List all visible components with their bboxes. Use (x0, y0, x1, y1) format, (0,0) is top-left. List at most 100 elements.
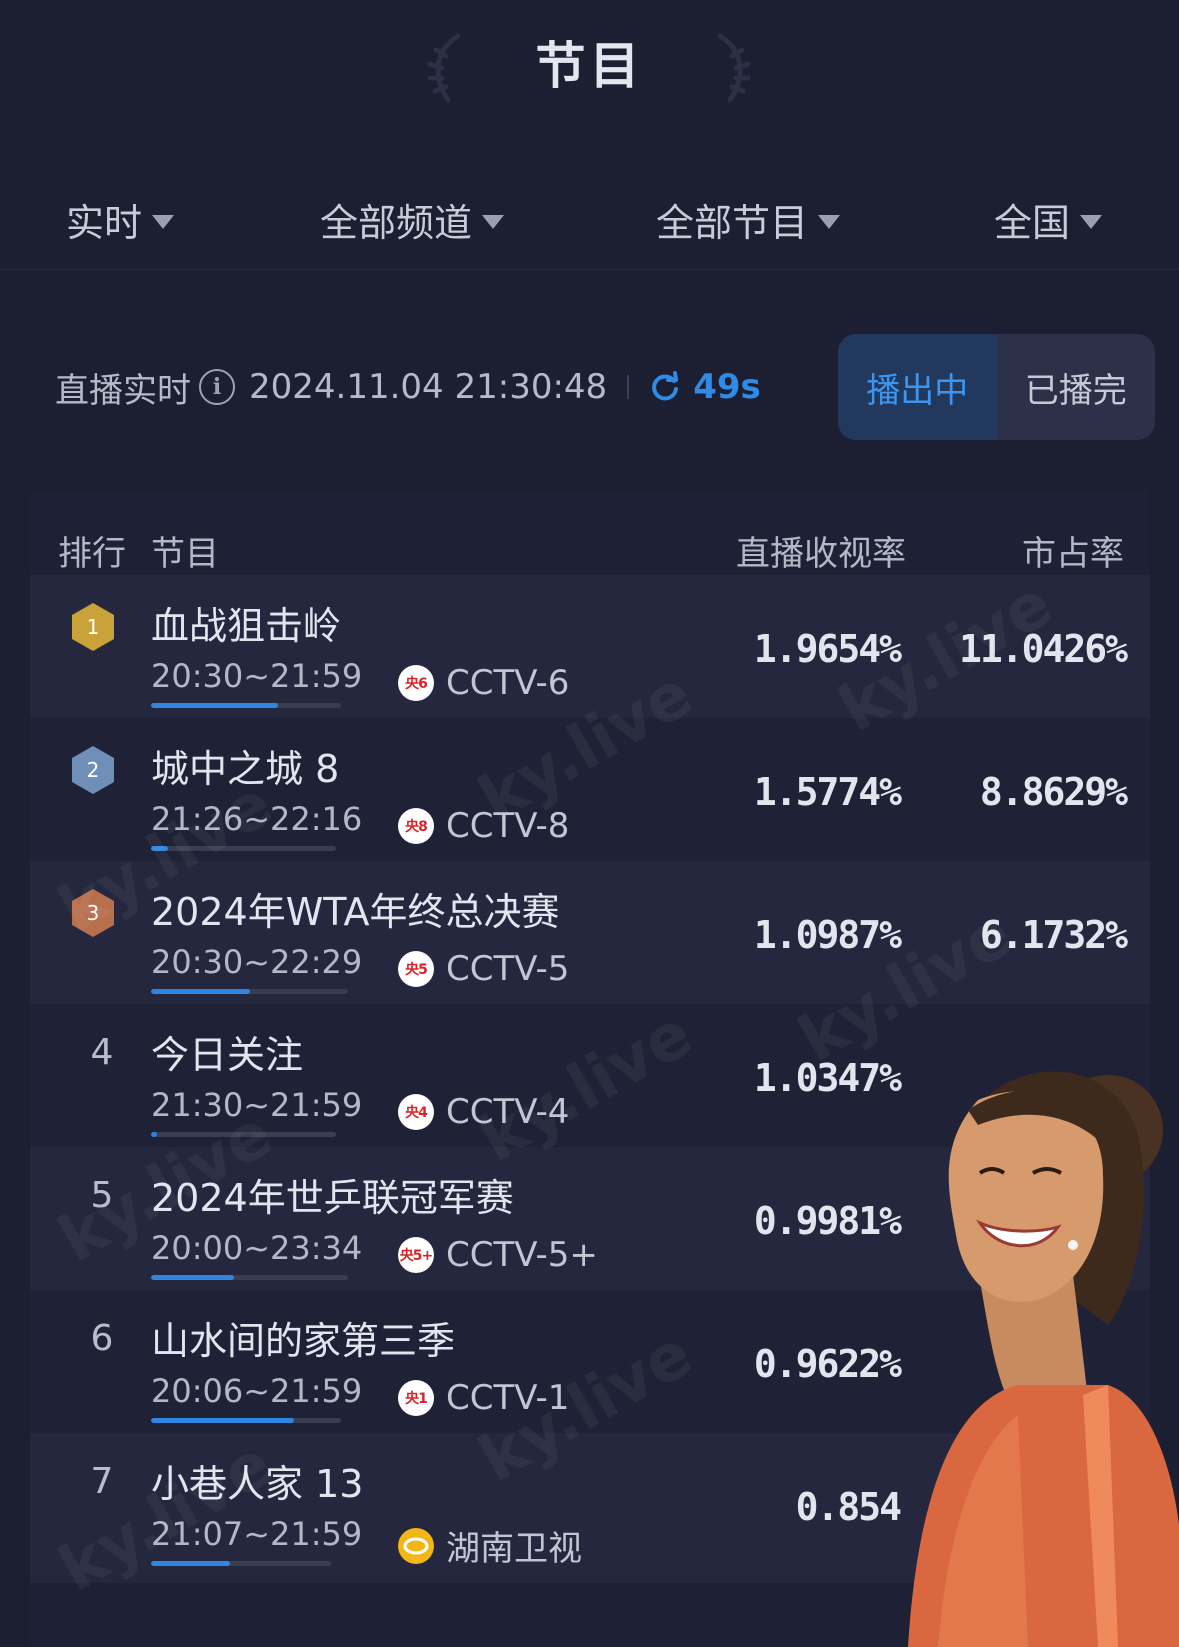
live-label: 直播实时 (55, 370, 191, 411)
header-rating[interactable]: 直播收视率 (736, 526, 906, 575)
laurel-right-icon (717, 33, 751, 103)
refresh-icon[interactable] (649, 371, 681, 403)
program-progress-bar (151, 1561, 331, 1566)
rating-value: 1.9654% (753, 627, 902, 671)
program-name[interactable]: 小巷人家 13 (151, 1453, 363, 1508)
caret-down-icon (482, 214, 505, 229)
live-datetime: 2024.11.04 21:30:48 (249, 367, 608, 407)
divider (627, 375, 630, 399)
filter-program-label: 全部节目 (656, 201, 809, 245)
svg-text:3: 3 (87, 901, 100, 925)
program-time: 21:07~21:59 (151, 1515, 363, 1553)
rank-medal-icon: 1 (72, 603, 114, 651)
program-progress-fill (151, 1132, 157, 1137)
page-header: 节目 (0, 0, 1179, 140)
channel-logo-icon: 央8 (398, 808, 434, 844)
share-value: 8.8629% (979, 770, 1128, 814)
program-name[interactable]: 山水间的家第三季 (151, 1310, 455, 1365)
broadcast-status-toggle: 播出中 已播完 (838, 334, 1155, 440)
channel-name: CCTV-1 (446, 1378, 570, 1418)
program-time: 20:30~22:29 (151, 943, 363, 981)
table-row[interactable]: 3 2024年WTA年终总决赛 20:30~22:29 央5 CCTV-5 1.0987%… (30, 861, 1150, 1011)
toggle-on-air[interactable]: 播出中 (838, 334, 997, 440)
toggle-finished[interactable]: 已播完 (997, 334, 1156, 440)
filter-channel-dropdown[interactable]: 全部频道 (320, 192, 505, 247)
caret-down-icon (818, 214, 841, 229)
filter-time-dropdown[interactable]: 实时 (66, 192, 175, 247)
channel-name: CCTV-5 (446, 949, 570, 989)
channel-name: CCTV-4 (446, 1092, 570, 1132)
channel: 央6 CCTV-6 (398, 663, 569, 703)
program-progress-bar (151, 846, 336, 851)
laurel-left-icon (427, 33, 461, 103)
channel: 央5+ CCTV-5+ (398, 1235, 598, 1275)
program-time: 21:26~22:16 (151, 800, 363, 838)
channel-logo-icon: 央4 (398, 1094, 434, 1130)
program-progress-fill (151, 1418, 294, 1423)
channel: 湖南卫视 (398, 1521, 582, 1570)
header-share[interactable]: 市占率 (1022, 526, 1124, 575)
caret-down-icon (1080, 214, 1103, 229)
program-name[interactable]: 2024年WTA年终总决赛 (151, 881, 560, 936)
channel-name: CCTV-5+ (446, 1235, 598, 1275)
table-row[interactable]: 2 城中之城 8 21:26~22:16 央8 CCTV-8 1.5774% 8.8629% (30, 718, 1150, 868)
share-value: 6.1732% (979, 913, 1128, 957)
filter-bar: 实时 全部频道 全部节目 全国 (0, 170, 1179, 270)
live-status-row: 直播实时 i 2024.11.04 21:30:48 49s (55, 362, 761, 412)
program-progress-bar (151, 1418, 341, 1423)
channel: 央4 CCTV-4 (398, 1092, 569, 1132)
channel-logo-icon (398, 1527, 434, 1564)
channel: 央1 CCTV-1 (398, 1378, 569, 1418)
info-icon[interactable]: i (199, 369, 235, 405)
program-progress-bar (151, 989, 348, 994)
program-progress-fill (151, 989, 250, 994)
program-time: 21:30~21:59 (151, 1086, 363, 1124)
channel-name: CCTV-8 (446, 806, 570, 846)
refresh-countdown[interactable]: 49s (693, 367, 761, 407)
rank-medal-icon: 2 (72, 746, 114, 794)
rank-number: 5 (90, 1175, 114, 1216)
channel-logo-icon: 央6 (398, 665, 434, 701)
channel-logo-icon: 央5+ (398, 1237, 434, 1273)
rating-value: 1.5774% (753, 770, 902, 814)
channel: 央8 CCTV-8 (398, 806, 569, 846)
program-progress-bar (151, 1275, 348, 1280)
program-progress-fill (151, 846, 168, 851)
program-progress-fill (151, 1275, 234, 1280)
channel-name: 湖南卫视 (446, 1529, 582, 1569)
program-time: 20:06~21:59 (151, 1372, 363, 1410)
program-time: 20:30~21:59 (151, 657, 363, 695)
channel-name: CCTV-6 (446, 663, 570, 703)
rank-number: 7 (90, 1461, 114, 1502)
program-progress-fill (151, 703, 279, 708)
program-progress-fill (151, 1561, 231, 1566)
program-progress-bar (151, 703, 341, 708)
header-rank: 排行 (58, 534, 126, 574)
filter-region-label: 全国 (994, 201, 1071, 245)
table-row[interactable]: 1 血战狙击岭 20:30~21:59 央6 CCTV-6 1.9654% 11.0426% (30, 575, 1150, 725)
channel-logo-icon: 央1 (398, 1380, 434, 1416)
share-value: 11.0426% (958, 627, 1128, 671)
caret-down-icon (152, 214, 175, 229)
rating-value: 1.0987% (753, 913, 902, 957)
filter-program-dropdown[interactable]: 全部节目 (656, 192, 841, 247)
program-name[interactable]: 血战狙击岭 (151, 595, 341, 650)
rank-number: 6 (90, 1318, 114, 1359)
filter-region-dropdown[interactable]: 全国 (994, 192, 1103, 247)
page-title: 节目 (535, 37, 644, 95)
filter-channel-label: 全部频道 (320, 201, 473, 245)
athlete-photo (908, 1071, 1179, 1647)
channel-logo-icon: 央5 (398, 951, 434, 987)
program-name[interactable]: 2024年世乒联冠军赛 (151, 1167, 514, 1222)
program-progress-bar (151, 1132, 336, 1137)
program-name[interactable]: 城中之城 8 (151, 738, 339, 793)
channel: 央5 CCTV-5 (398, 949, 569, 989)
svg-text:1: 1 (87, 615, 100, 639)
program-time: 20:00~23:34 (151, 1229, 363, 1267)
filter-time-label: 实时 (66, 201, 143, 245)
svg-text:2: 2 (87, 758, 100, 782)
header-program: 节目 (151, 534, 219, 574)
program-name[interactable]: 今日关注 (151, 1024, 303, 1079)
rank-medal-icon: 3 (72, 889, 114, 937)
rank-number: 4 (90, 1032, 114, 1073)
